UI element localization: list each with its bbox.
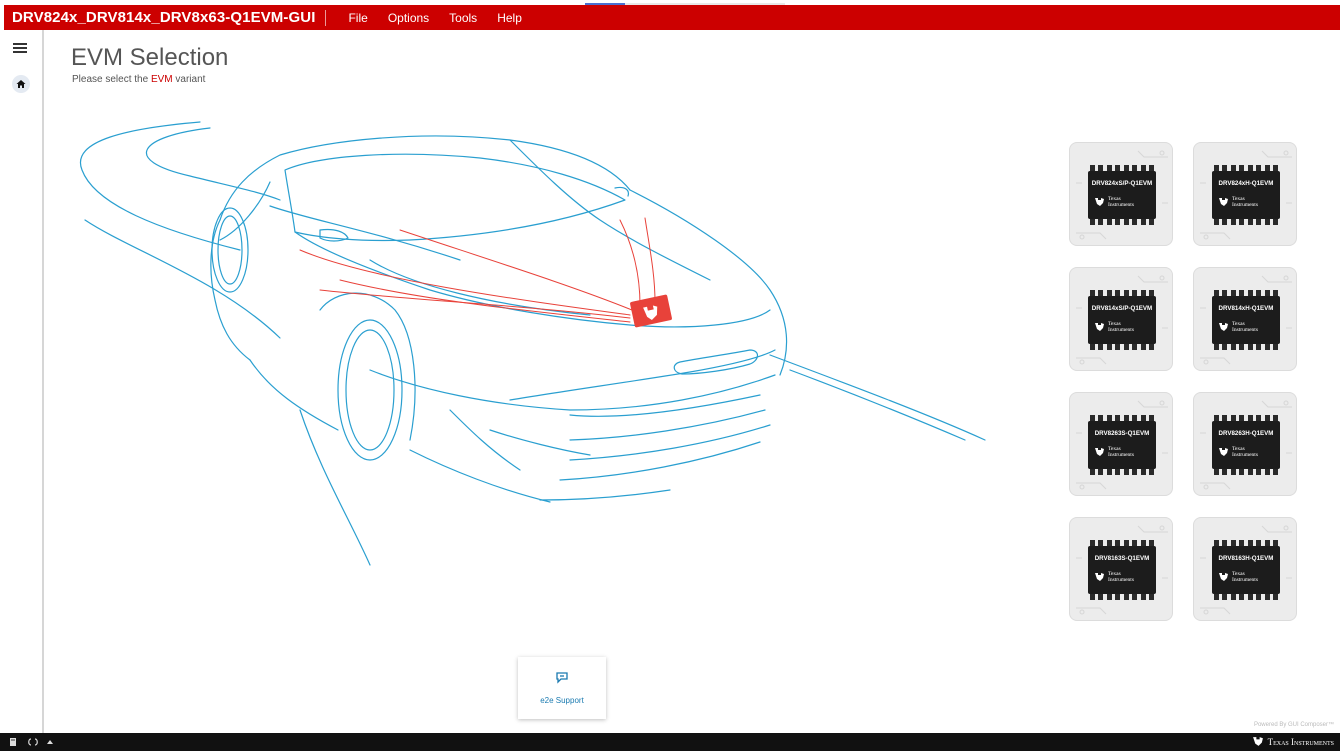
ti-text-line2: Instruments (1232, 577, 1258, 583)
ic-chip: DRV814xS/P-Q1EVM Texas Instruments (1088, 296, 1156, 344)
app-title: DRV824x_DRV814x_DRV8x63-Q1EVM-GUI (12, 9, 316, 26)
page-title: EVM Selection (71, 44, 229, 71)
subtitle-text-before: Please select the (72, 74, 151, 85)
app-window: DRV824x_DRV814x_DRV8x63-Q1EVM-GUI File O… (0, 0, 1340, 751)
refresh-icon[interactable] (26, 737, 40, 747)
ti-text-line2: Instruments (1108, 327, 1134, 333)
ti-logo: Texas Instruments (1094, 569, 1150, 585)
ic-chip: DRV814xH-Q1EVM Texas Instruments (1212, 296, 1280, 344)
chevron-up-icon[interactable] (46, 738, 54, 746)
home-icon (16, 80, 26, 88)
menu-help[interactable]: Help (497, 11, 522, 25)
evm-card-label: DRV824xH-Q1EVM (1218, 180, 1274, 187)
ti-logo: Texas Instruments (1218, 319, 1274, 335)
ti-text-line2: Instruments (1232, 327, 1258, 333)
ti-text-line2: Instruments (1232, 202, 1258, 208)
menu-options[interactable]: Options (388, 11, 429, 25)
evm-card-label: DRV8263H-Q1EVM (1218, 430, 1274, 437)
ti-logo-icon (1095, 448, 1104, 456)
ti-brand-text: Texas Instruments (1267, 736, 1334, 747)
evm-card-label: DRV814xS/P-Q1EVM (1091, 305, 1153, 312)
ic-chip: DRV8263S-Q1EVM Texas Instruments (1088, 421, 1156, 469)
hamburger-icon[interactable] (13, 43, 27, 53)
evm-card-label: DRV8263S-Q1EVM (1094, 430, 1150, 437)
evm-card-drv814xs-p[interactable]: DRV814xS/P-Q1EVM Texas Instruments (1069, 267, 1173, 371)
title-separator (325, 9, 327, 26)
car-illustration (79, 121, 986, 566)
subtitle-text-after: variant (172, 74, 206, 85)
ti-logo: Texas Instruments (1218, 444, 1274, 460)
ti-logo-icon (1095, 198, 1104, 206)
evm-card-drv8263h[interactable]: DRV8263H-Q1EVM Texas Instruments (1193, 392, 1297, 496)
chat-icon (556, 671, 568, 684)
ti-text-line2: Instruments (1232, 452, 1258, 458)
ic-chip: DRV8263H-Q1EVM Texas Instruments (1212, 421, 1280, 469)
menu-tools[interactable]: Tools (449, 11, 477, 25)
home-button[interactable] (12, 75, 30, 93)
evm-card-drv8263s[interactable]: DRV8263S-Q1EVM Texas Instruments (1069, 392, 1173, 496)
e2e-support-button[interactable]: e2e Support (518, 657, 606, 719)
ti-text-line2: Instruments (1108, 202, 1134, 208)
ic-chip: DRV824xH-Q1EVM Texas Instruments (1212, 171, 1280, 219)
evm-card-drv8163h[interactable]: DRV8163H-Q1EVM Texas Instruments (1193, 517, 1297, 621)
ti-text-line2: Instruments (1108, 577, 1134, 583)
evm-card-label: DRV8163S-Q1EVM (1094, 555, 1150, 562)
ti-logo-icon (1095, 573, 1104, 581)
evm-card-drv824xh[interactable]: DRV824xH-Q1EVM Texas Instruments (1193, 142, 1297, 246)
ti-logo: Texas Instruments (1094, 194, 1150, 210)
ti-logo-icon (1095, 323, 1104, 331)
ic-chip: DRV824xS/P-Q1EVM Texas Instruments (1088, 171, 1156, 219)
ti-logo: Texas Instruments (1094, 319, 1150, 335)
left-nav (4, 30, 44, 733)
ti-brand: Texas Instruments (1252, 736, 1334, 747)
powered-by-text: Powered By GUI Composer™ (1253, 722, 1334, 728)
evm-card-drv824xs-p[interactable]: DRV824xS/P-Q1EVM Texas Instruments (1069, 142, 1173, 246)
evm-card-label: DRV824xS/P-Q1EVM (1091, 180, 1153, 187)
evm-card-label: DRV814xH-Q1EVM (1218, 305, 1274, 312)
page-subtitle: Please select the EVM variant (72, 74, 205, 85)
ic-chip: DRV8163H-Q1EVM Texas Instruments (1212, 546, 1280, 594)
ti-logo-icon (1219, 448, 1228, 456)
top-bar: DRV824x_DRV814x_DRV8x63-Q1EVM-GUI File O… (4, 5, 1340, 30)
evm-card-drv8163s[interactable]: DRV8163S-Q1EVM Texas Instruments (1069, 517, 1173, 621)
ti-logo-icon (1219, 573, 1228, 581)
ti-logo: Texas Instruments (1218, 569, 1274, 585)
book-icon[interactable] (8, 737, 18, 747)
ti-logo-icon (1219, 323, 1228, 331)
ic-chip: DRV8163S-Q1EVM Texas Instruments (1088, 546, 1156, 594)
subtitle-highlight: EVM (150, 74, 173, 85)
status-bar: Texas Instruments (0, 733, 1340, 751)
ti-logo-icon (1219, 198, 1228, 206)
evm-card-label: DRV8163H-Q1EVM (1218, 555, 1274, 562)
evm-card-drv814xh[interactable]: DRV814xH-Q1EVM Texas Instruments (1193, 267, 1297, 371)
ti-logo-icon (1252, 737, 1263, 746)
ti-text-line2: Instruments (1108, 452, 1134, 458)
menu-file[interactable]: File (348, 11, 367, 25)
e2e-support-label: e2e Support (540, 695, 584, 705)
ti-logo: Texas Instruments (1094, 444, 1150, 460)
ti-logo: Texas Instruments (1218, 194, 1274, 210)
